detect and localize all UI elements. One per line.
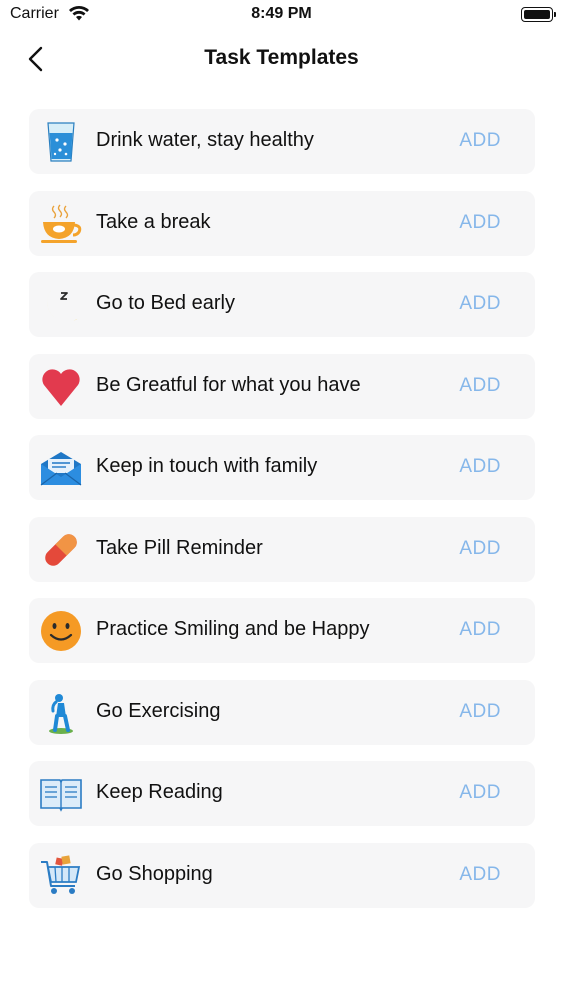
template-row-keep-in-touch[interactable]: Keep in touch with family ADD [29,435,535,500]
template-label: Keep Reading [96,781,223,803]
shopping-cart-icon [39,854,83,898]
template-row-take-break[interactable]: Take a break ADD [29,190,535,256]
battery-level [524,10,550,19]
add-button[interactable]: ADD [459,456,501,478]
template-label: Take a break [96,210,211,233]
add-button[interactable]: ADD [459,130,501,152]
template-row-drink-water[interactable]: Drink water, stay healthy ADD [29,109,535,174]
book-icon [39,772,83,816]
template-row-bed-early[interactable]: Go to Bed early ADD [29,272,535,337]
battery-icon [521,7,556,22]
template-row-smiling[interactable]: Practice Smiling and be Happy ADD [29,598,535,663]
add-button[interactable]: ADD [459,701,501,723]
add-button[interactable]: ADD [459,293,501,315]
moon-icon [39,283,83,327]
add-button[interactable]: ADD [459,782,501,804]
water-glass-icon [39,120,83,164]
navigation-bar: Task Templates [0,36,563,80]
template-row-pill[interactable]: Take Pill Reminder ADD [29,516,535,582]
template-label: Drink water, stay healthy [96,129,314,151]
heart-icon [39,365,83,409]
add-button[interactable]: ADD [459,538,501,560]
page-title: Task Templates [204,46,359,69]
add-button[interactable]: ADD [459,375,501,397]
template-label: Go to Bed early [96,292,235,314]
template-row-reading[interactable]: Keep Reading ADD [29,761,535,826]
template-label: Practice Smiling and be Happy [96,618,370,640]
mail-icon [39,446,83,490]
exercise-icon [39,691,83,735]
template-label: Go Exercising [96,699,221,722]
coffee-cup-icon [39,202,83,246]
template-row-shopping[interactable]: Go Shopping ADD [29,842,535,908]
template-label: Be Greatful for what you have [96,373,361,396]
add-button[interactable]: ADD [459,212,501,234]
template-row-greatful[interactable]: Be Greatful for what you have ADD [29,353,535,419]
add-button[interactable]: ADD [459,864,501,886]
smiley-icon [39,609,83,653]
pill-icon [39,528,83,572]
template-label: Take Pill Reminder [96,536,263,559]
status-bar: Carrier 8:49 PM [0,0,563,30]
template-label: Keep in touch with family [96,455,318,477]
template-list: Drink water, stay healthy ADD Take a bre… [29,109,535,924]
add-button[interactable]: ADD [459,619,501,641]
template-row-exercising[interactable]: Go Exercising ADD [29,679,535,745]
status-time: 8:49 PM [251,5,312,22]
template-label: Go Shopping [96,862,213,885]
